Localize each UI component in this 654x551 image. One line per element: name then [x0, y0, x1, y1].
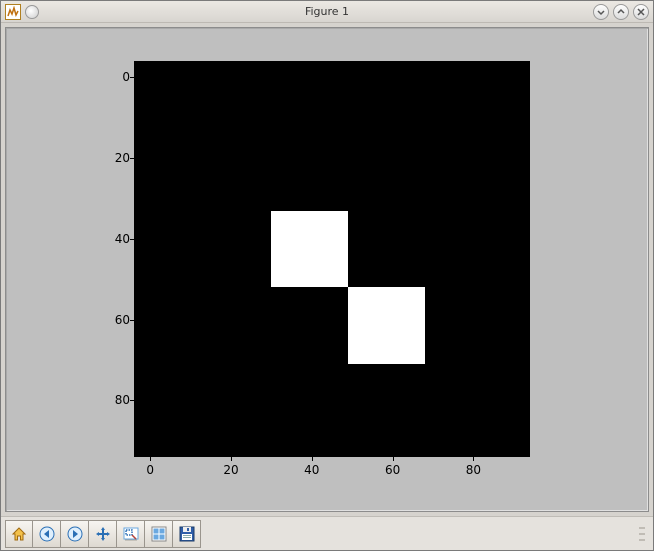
zoom-button[interactable] — [117, 520, 145, 548]
y-tick-label: 20 — [90, 151, 130, 165]
x-tick-mark — [393, 457, 394, 461]
heatmap-white-region — [271, 211, 348, 288]
maximize-button[interactable] — [613, 4, 629, 20]
back-button[interactable] — [33, 520, 61, 548]
window-title: Figure 1 — [1, 5, 653, 18]
x-tick-label: 40 — [304, 463, 319, 477]
y-tick-label: 0 — [90, 70, 130, 84]
busy-indicator-icon — [25, 5, 39, 19]
y-tick-mark — [130, 158, 134, 159]
y-tick-mark — [130, 77, 134, 78]
titlebar[interactable]: Figure 1 — [1, 1, 653, 23]
x-tick-label: 0 — [146, 463, 154, 477]
toolbar-grip-icon — [635, 520, 649, 548]
y-tick-mark — [130, 239, 134, 240]
home-button[interactable] — [5, 520, 33, 548]
close-button[interactable] — [633, 4, 649, 20]
minimize-button[interactable] — [593, 4, 609, 20]
heatmap-axes — [134, 61, 530, 457]
y-tick-label: 60 — [90, 313, 130, 327]
x-tick-mark — [150, 457, 151, 461]
x-tick-mark — [312, 457, 313, 461]
figure-window: Figure 1 0 20 40 60 80 0 20 40 60 80 — [0, 0, 654, 551]
app-icon — [5, 4, 21, 20]
y-tick-mark — [130, 320, 134, 321]
pan-button[interactable] — [89, 520, 117, 548]
x-tick-label: 80 — [466, 463, 481, 477]
x-tick-mark — [231, 457, 232, 461]
x-tick-label: 20 — [223, 463, 238, 477]
save-button[interactable] — [173, 520, 201, 548]
plot-canvas[interactable]: 0 20 40 60 80 0 20 40 60 80 — [5, 27, 649, 512]
y-tick-label: 40 — [90, 232, 130, 246]
content-area: 0 20 40 60 80 0 20 40 60 80 — [1, 23, 653, 516]
subplots-button[interactable] — [145, 520, 173, 548]
x-tick-label: 60 — [385, 463, 400, 477]
y-tick-label: 80 — [90, 393, 130, 407]
x-tick-mark — [473, 457, 474, 461]
navigation-toolbar — [1, 516, 653, 550]
heatmap-white-region — [348, 287, 425, 364]
forward-button[interactable] — [61, 520, 89, 548]
y-tick-mark — [130, 400, 134, 401]
